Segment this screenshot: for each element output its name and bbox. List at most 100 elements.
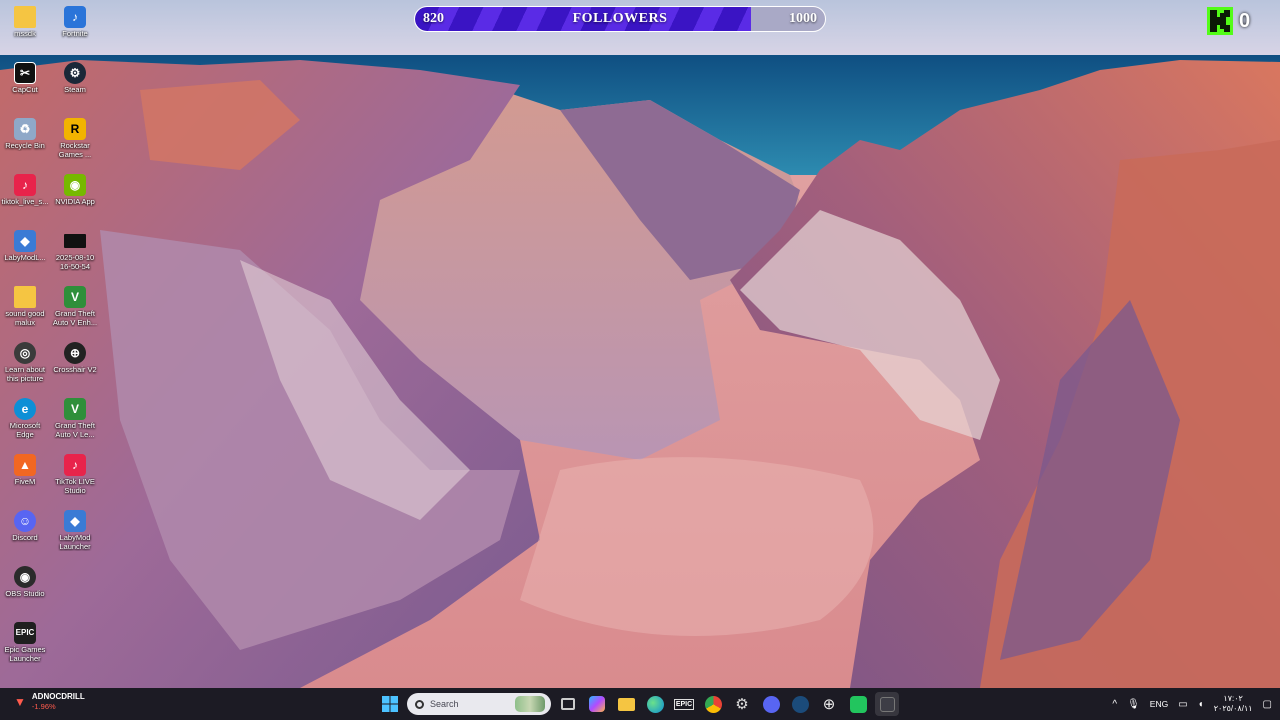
- discord-icon: ☺: [14, 510, 36, 532]
- edge-icon: [646, 695, 664, 713]
- desktop-icon-label: Epic Games Launcher: [4, 646, 46, 663]
- copilot-button[interactable]: [585, 692, 609, 716]
- desktop-icon-recording-file[interactable]: 2025-08-10 16-50-54: [50, 230, 100, 271]
- desktop-icon-labymod-launcher-setup[interactable]: ◆ LabyModL...: [0, 230, 50, 263]
- epic-games-button[interactable]: EPIC: [672, 692, 696, 716]
- learn-picture-icon: ◎: [14, 342, 36, 364]
- desktop-icon-obs-studio[interactable]: ◉ OBS Studio: [0, 566, 50, 599]
- desktop-icon-label: LabyModL...: [4, 254, 46, 262]
- desktop-icon-sound-good-malux[interactable]: sound good malux: [0, 286, 50, 327]
- microphone-icon[interactable]: 🎙: [1127, 699, 1140, 710]
- desktop-icon-label: Grand Theft Auto V Enh...: [52, 310, 98, 327]
- system-clock[interactable]: ١٧:٠٢ ٢٠٢٥/٠٨/١١: [1214, 694, 1253, 714]
- desktop-icon-learn-about-picture[interactable]: ◎ Learn about this picture: [0, 342, 50, 383]
- stock-change: -1.96%: [31, 702, 56, 711]
- start-icon: [382, 696, 398, 712]
- terminal-icon: [879, 696, 895, 712]
- spotify-button[interactable]: [846, 692, 870, 716]
- search-highlight-icon: [515, 696, 545, 712]
- desktop-icon-fortnite[interactable]: ♪ Fortnite: [50, 6, 100, 39]
- start-button[interactable]: [378, 692, 402, 716]
- chevron-up-icon[interactable]: ^: [1112, 699, 1117, 710]
- desktop-icon-label: Steam: [64, 86, 86, 94]
- gta-v-icon: V: [64, 286, 86, 308]
- crosshair-icon: ⊕: [64, 342, 86, 364]
- folder-icon: [14, 6, 36, 28]
- desktop-icon-nvidia-app[interactable]: ◉ NVIDIA App: [50, 174, 100, 207]
- desktop-icon-tiktok-live-setup[interactable]: ♪ tiktok_live_s...: [0, 174, 50, 207]
- stock-symbol: ADNOCDRILL: [31, 692, 85, 701]
- discord-button[interactable]: [759, 692, 783, 716]
- desktop-icon-microsoft-edge[interactable]: e Microsoft Edge: [0, 398, 50, 439]
- follower-goal-target: 1000: [789, 11, 817, 26]
- desktop-icon-label: mssdk: [14, 30, 36, 38]
- desktop-icon-gta-v-legacy[interactable]: V Grand Theft Auto V Le...: [50, 398, 100, 439]
- follower-goal-bar: FOLLOWERS 820 1000: [414, 6, 826, 32]
- search-placeholder: Search: [430, 699, 459, 709]
- desktop-icon-label: Fortnite: [62, 30, 88, 38]
- stock-widget[interactable]: ▼ ADNOCDRILL -1.96%: [14, 692, 85, 712]
- desktop-icon-labymod-launcher[interactable]: ◆ LabyMod Launcher: [50, 510, 100, 551]
- video-file-icon: [64, 234, 86, 248]
- desktop-icon-epic-games[interactable]: EPIC Epic Games Launcher: [0, 622, 50, 663]
- desktop-icon-crosshair-v2[interactable]: ⊕ Crosshair V2: [50, 342, 100, 375]
- recycle-bin-icon: ♻: [14, 118, 36, 140]
- clock-date: ٢٠٢٥/٠٨/١١: [1213, 704, 1253, 713]
- file-explorer-button[interactable]: [614, 692, 638, 716]
- fortnite-icon: ♪: [64, 6, 86, 28]
- desktop-icon-label: Crosshair V2: [53, 366, 97, 374]
- settings-button[interactable]: ⚙: [730, 692, 754, 716]
- taskbar-apps: Search EPIC ⚙ ⊕: [378, 692, 899, 716]
- desktop-icon-gta-v-enhanced[interactable]: V Grand Theft Auto V Enh...: [50, 286, 100, 327]
- system-tray: ^ 🎙 ENG ▭ ◖ ١٧:٠٢ ٢٠٢٥/٠٨/١١ ▢: [1112, 688, 1272, 720]
- epic-games-icon: EPIC: [673, 698, 695, 710]
- settings-icon: ⚙: [735, 696, 749, 713]
- desktop-icon-fivem[interactable]: ▲ FiveM: [0, 454, 50, 487]
- obs-icon: ◉: [14, 566, 36, 588]
- copilot-icon: [589, 696, 605, 712]
- chrome-button[interactable]: [701, 692, 725, 716]
- terminal-button[interactable]: [875, 692, 899, 716]
- steam-button[interactable]: [788, 692, 812, 716]
- kick-follower-count: 0: [1239, 9, 1251, 32]
- task-view-button[interactable]: [556, 692, 580, 716]
- desktop-icon-rockstar[interactable]: R Rockstar Games ...: [50, 118, 100, 159]
- nvidia-icon: ◉: [64, 174, 86, 196]
- stock-trend-icon: ▼: [14, 695, 26, 709]
- gta-v-icon: V: [64, 398, 86, 420]
- follower-goal-caption: FOLLOWERS: [572, 11, 668, 26]
- chrome-icon: [704, 695, 722, 713]
- crosshair-button[interactable]: ⊕: [817, 692, 841, 716]
- fivem-icon: ▲: [14, 454, 36, 476]
- desktop-icon-capcut[interactable]: ✂ CapCut: [0, 62, 50, 95]
- edge-button[interactable]: [643, 692, 667, 716]
- desktop-icon-tiktok-live-studio[interactable]: ♪ TikTok LIVE Studio: [50, 454, 100, 495]
- desktop-icon-steam[interactable]: ⚙ Steam: [50, 62, 100, 95]
- desktop-icon-label: Grand Theft Auto V Le...: [55, 422, 95, 439]
- edge-icon: e: [14, 398, 36, 420]
- desktop-icon-label: FiveM: [14, 478, 36, 486]
- desktop-icon-label: Rockstar Games ...: [58, 142, 92, 159]
- desktop-icon-label: NVIDIA App: [55, 198, 95, 206]
- file-explorer-icon: [617, 697, 635, 711]
- labymod-icon: ◆: [14, 230, 36, 252]
- desktop-icon-label: OBS Studio: [5, 590, 45, 598]
- desktop-icon-label: tiktok_live_s...: [1, 198, 49, 206]
- desktop-icon-label: LabyMod Launcher: [59, 534, 91, 551]
- capcut-icon: ✂: [14, 62, 36, 84]
- kick-follower-badge: 0: [1207, 7, 1250, 35]
- notification-bell-icon[interactable]: ▢: [1263, 699, 1272, 710]
- crosshair-icon: ⊕: [822, 696, 836, 713]
- folder-icon: [14, 286, 36, 308]
- desktop-icon-mssdk[interactable]: mssdk: [0, 6, 50, 39]
- rockstar-icon: R: [64, 118, 86, 140]
- desktop-icon-discord[interactable]: ☺ Discord: [0, 510, 50, 543]
- desktop-icon-recycle-bin[interactable]: ♻ Recycle Bin: [0, 118, 50, 151]
- volume-icon[interactable]: ◖: [1198, 699, 1204, 710]
- clock-time: ١٧:٠٢: [1223, 694, 1243, 703]
- taskbar-search[interactable]: Search: [407, 693, 551, 715]
- desktop-icon-label: CapCut: [12, 86, 38, 94]
- language-indicator[interactable]: ENG: [1150, 699, 1168, 709]
- desktop-icon-label: sound good malux: [5, 310, 45, 327]
- network-icon[interactable]: ▭: [1178, 699, 1187, 710]
